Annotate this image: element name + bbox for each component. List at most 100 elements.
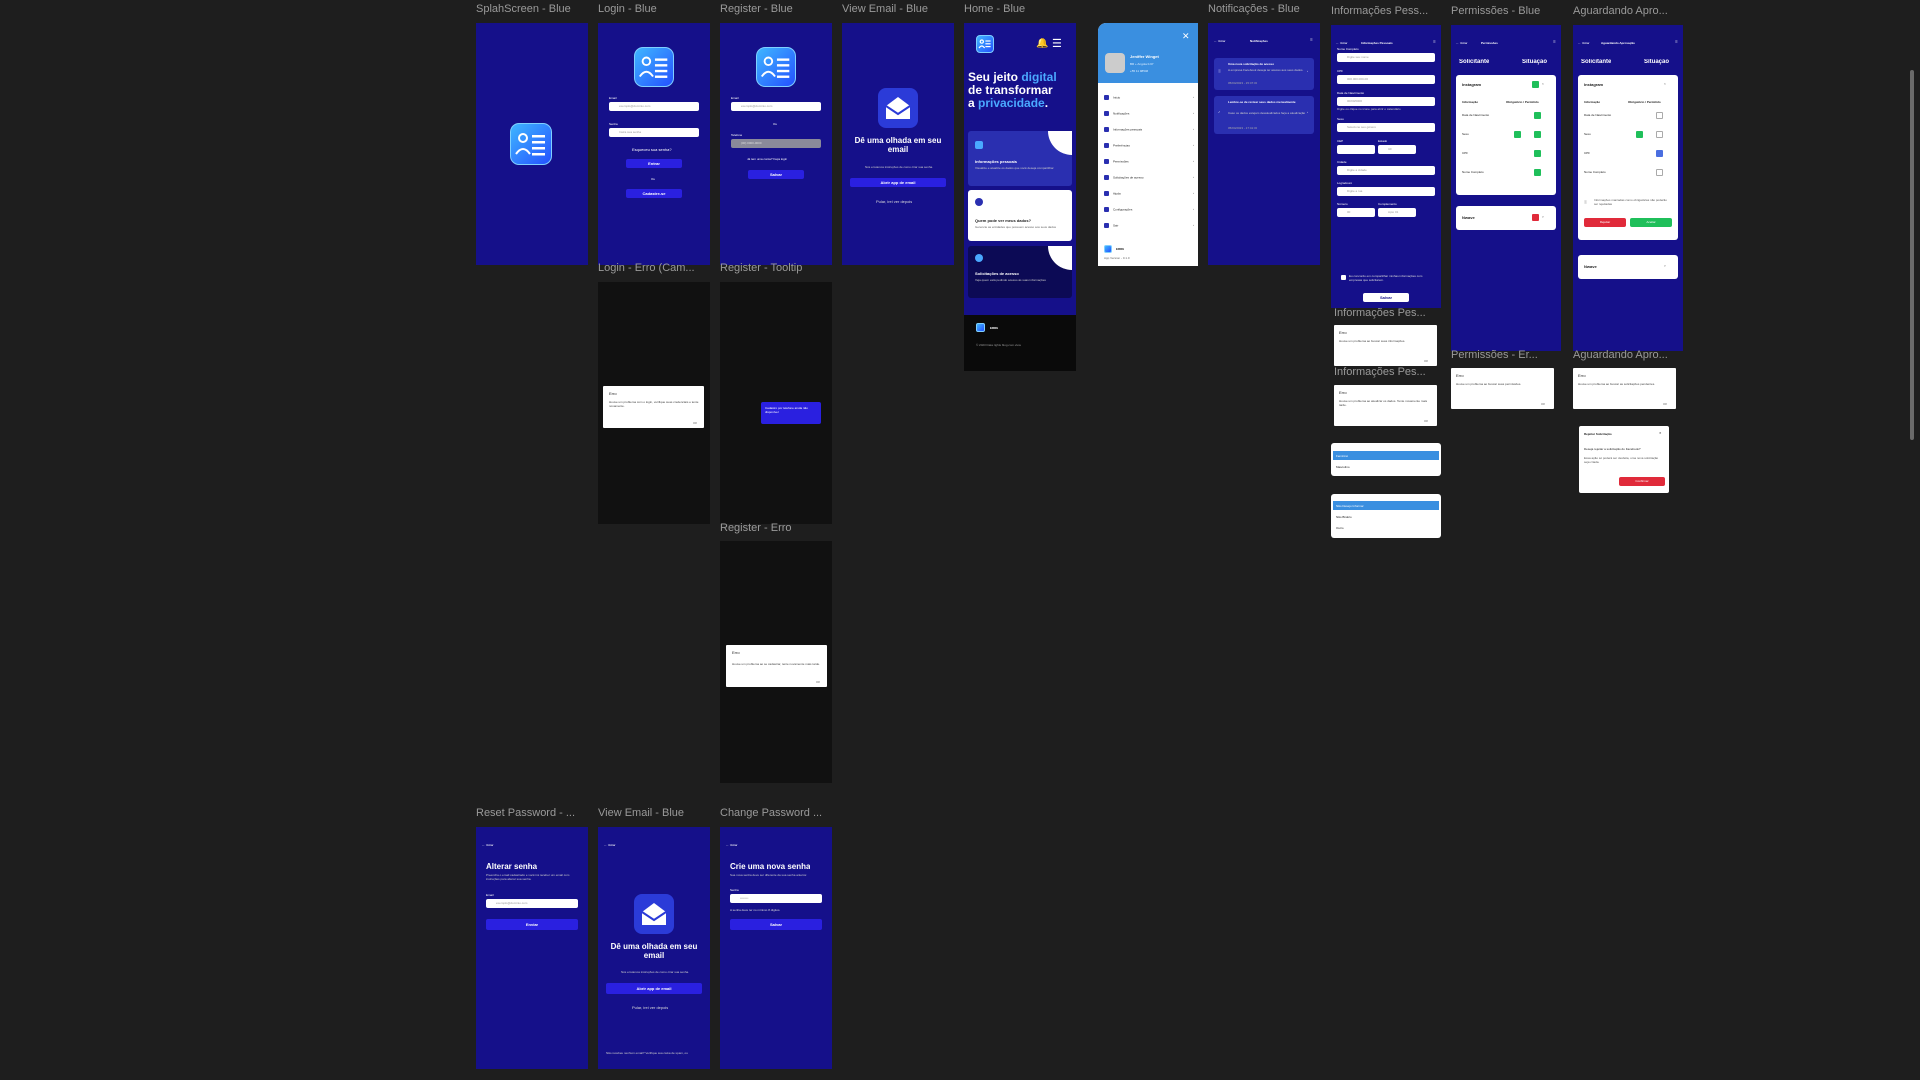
checkbox-checked-icon[interactable]	[1534, 112, 1541, 119]
accept-button[interactable]: Aceitar	[1630, 218, 1672, 227]
dropdown-option-selected[interactable]: Não Desejo Informar	[1333, 501, 1439, 510]
back-button[interactable]: ← Voltar	[1578, 41, 1590, 45]
ok-button[interactable]: OK	[1424, 419, 1428, 423]
back-button[interactable]: ← Voltar	[1214, 39, 1226, 43]
checkbox-empty-icon[interactable]	[1656, 131, 1663, 138]
dropdown-option-selected[interactable]: Feminino	[1333, 451, 1439, 460]
form-field[interactable]: 000.000.000-00	[1337, 75, 1435, 84]
checkbox-checked-icon[interactable]	[1636, 131, 1643, 138]
send-button[interactable]: Enviar	[486, 919, 578, 930]
company-card[interactable]: Instagram ˄ Informação Obrigatório / Per…	[1578, 75, 1678, 240]
checkbox-checked-icon[interactable]	[1656, 150, 1663, 157]
canvas-scrollbar[interactable]	[1910, 70, 1914, 440]
bell-icon[interactable]: 🔔	[1036, 38, 1048, 49]
form-field[interactable]: UF	[1378, 145, 1416, 154]
change-password-frame[interactable]: ← Voltar Crie uma nova senha Sua nova se…	[720, 827, 832, 1069]
notification-item[interactable]: ⓘ Uma nova solicitação de acesso A empre…	[1214, 58, 1314, 90]
access-requests-card[interactable]: Solicitações de acesso Veja quem está pe…	[968, 246, 1072, 298]
email-field[interactable]: exemplo@dominio.com	[486, 899, 578, 908]
company-card-collapsed[interactable]: Nwave ˅	[1456, 206, 1556, 230]
form-field[interactable]	[1337, 145, 1375, 154]
confirm-button[interactable]: Confirmar	[1619, 477, 1665, 486]
form-field[interactable]: Digite a rua	[1337, 187, 1435, 196]
gender-dropdown-open[interactable]: Feminino Masculino	[1331, 443, 1441, 476]
ok-button[interactable]: OK	[1424, 359, 1428, 363]
view-email-2-frame[interactable]: ← Voltar Dê uma olhada em seu email Nós …	[598, 827, 710, 1069]
personal-info-frame[interactable]: ← Voltar Informações Pessoais ☰ Nome Com…	[1331, 25, 1441, 308]
form-field[interactable]: 00	[1337, 208, 1375, 217]
chevron-up-icon[interactable]: ˄	[1664, 82, 1666, 86]
menu-item[interactable]: Informações pessoais ›	[1104, 127, 1194, 132]
open-email-app-button[interactable]: Abrir app de email	[850, 178, 946, 187]
register-button[interactable]: Cadastre-se	[626, 189, 682, 198]
skip-link[interactable]: Pular, irei ver depois	[632, 1005, 668, 1010]
menu-icon[interactable]: ☰	[1052, 37, 1062, 50]
forgot-password-link[interactable]: Esqueceu sua senha?	[632, 147, 672, 152]
menu-icon[interactable]: ☰	[1675, 40, 1678, 44]
menu-item[interactable]: Permissões ›	[1104, 159, 1194, 164]
consent-checkbox[interactable]	[1341, 275, 1346, 280]
form-field[interactable]: 00/00/0000	[1337, 97, 1435, 106]
back-button[interactable]: ← Voltar	[604, 843, 616, 847]
menu-icon[interactable]: ☰	[1433, 40, 1436, 44]
notification-item[interactable]: ✓ Lembre-se de revisar seus dados mensal…	[1214, 96, 1314, 134]
register-frame[interactable]: Email exemplo@dominio.com Ou Telefone (0…	[720, 23, 832, 265]
who-can-see-card[interactable]: Quem pode ver meus dados? Gerencie as en…	[968, 190, 1072, 241]
chevron-down-icon[interactable]: ˅	[1542, 215, 1544, 219]
form-field[interactable]: Digite seu nome	[1337, 53, 1435, 62]
reject-button[interactable]: Rejeitar	[1584, 218, 1626, 227]
register-error-frame[interactable]: Erro Houve um problema ao se cadastrar, …	[720, 541, 832, 783]
checkbox-empty-icon[interactable]	[1656, 169, 1663, 176]
checkbox-checked-icon[interactable]	[1534, 150, 1541, 157]
back-button[interactable]: ← Voltar	[1336, 41, 1348, 45]
checkbox-denied-icon[interactable]	[1532, 214, 1539, 221]
save-button[interactable]: Salvar	[748, 170, 804, 179]
dropdown-option[interactable]: Não Binário	[1336, 515, 1352, 519]
save-button[interactable]: Salvar	[730, 919, 822, 930]
login-error-frame[interactable]: Erro Houve um problema com o login, veri…	[598, 282, 710, 524]
notifications-frame[interactable]: ← Voltar Notificações ☰ ⓘ Uma nova solic…	[1208, 23, 1320, 265]
email-field[interactable]: exemplo@dominio.com	[731, 102, 821, 111]
open-email-app-button[interactable]: Abrir app de email	[606, 983, 702, 994]
checkbox-checked-icon[interactable]	[1534, 131, 1541, 138]
login-frame[interactable]: Email exemplo@dominio.com Senha Insira s…	[598, 23, 710, 265]
ok-button[interactable]: OK	[693, 421, 697, 425]
save-button[interactable]: Salvar	[1363, 293, 1409, 302]
chevron-down-icon[interactable]: ˅	[1664, 264, 1666, 268]
company-card[interactable]: Instagram ˄ Informação Obrigatório / Per…	[1456, 75, 1556, 195]
home-frame[interactable]: 🔔 ☰ Seu jeito digital de transformar a pri…	[964, 23, 1076, 371]
reset-password-frame[interactable]: ← Voltar Alterar senha Preencha o email …	[476, 827, 588, 1069]
view-email-frame[interactable]: Dê uma olhada em seu email Nós enviamos …	[842, 23, 954, 265]
permissions-frame[interactable]: ← Voltar Permissões ☰ Solicitante Situaç…	[1451, 25, 1561, 351]
register-tooltip-frame[interactable]: Cadastro por telefone ainda não disponív…	[720, 282, 832, 524]
chevron-up-icon[interactable]: ˄	[1542, 82, 1544, 86]
menu-item[interactable]: Início ›	[1104, 95, 1194, 100]
ok-button[interactable]: OK	[1541, 402, 1545, 406]
awaiting-frame[interactable]: ← Voltar Aguardando Aprovação ☰ Solicita…	[1573, 25, 1683, 351]
checkbox-checked-icon[interactable]	[1534, 169, 1541, 176]
checkbox-checked-icon[interactable]	[1532, 81, 1539, 88]
menu-icon[interactable]: ☰	[1310, 38, 1313, 42]
gender-dropdown-open-2[interactable]: Não Desejo Informar Não Binário Outro	[1331, 494, 1441, 538]
menu-item[interactable]: Sair ›	[1104, 223, 1194, 228]
personal-info-card[interactable]: Informações pessoais Visualize e atualiz…	[968, 131, 1072, 186]
dropdown-option[interactable]: Outro	[1336, 526, 1344, 530]
skip-link[interactable]: Pular, irei ver depois	[876, 199, 912, 204]
company-card-collapsed[interactable]: Nwave ˅	[1578, 255, 1678, 279]
back-button[interactable]: ← Voltar	[726, 843, 738, 847]
close-icon[interactable]: ✕	[1659, 431, 1662, 435]
checkbox-checked-icon[interactable]	[1514, 131, 1521, 138]
phone-field[interactable]: (00) 0000-0000	[731, 139, 821, 148]
form-field[interactable]: Selecione seu gênero	[1337, 123, 1435, 132]
menu-item[interactable]: Notificações ›	[1104, 111, 1194, 116]
form-field[interactable]: Digite a cidade	[1337, 166, 1435, 175]
password-field[interactable]: ••••••••	[730, 894, 822, 903]
email-field[interactable]: exemplo@dominio.com	[609, 102, 699, 111]
menu-item[interactable]: Ajuda ›	[1104, 191, 1194, 196]
enter-button[interactable]: Entrar	[626, 159, 682, 168]
menu-icon[interactable]: ☰	[1553, 40, 1556, 44]
menu-item[interactable]: Preferências ›	[1104, 143, 1194, 148]
ok-button[interactable]: OK	[1663, 402, 1667, 406]
dropdown-option[interactable]: Masculino	[1336, 465, 1350, 469]
login-link[interactable]: Já tem uma conta? Faça login	[747, 157, 787, 161]
